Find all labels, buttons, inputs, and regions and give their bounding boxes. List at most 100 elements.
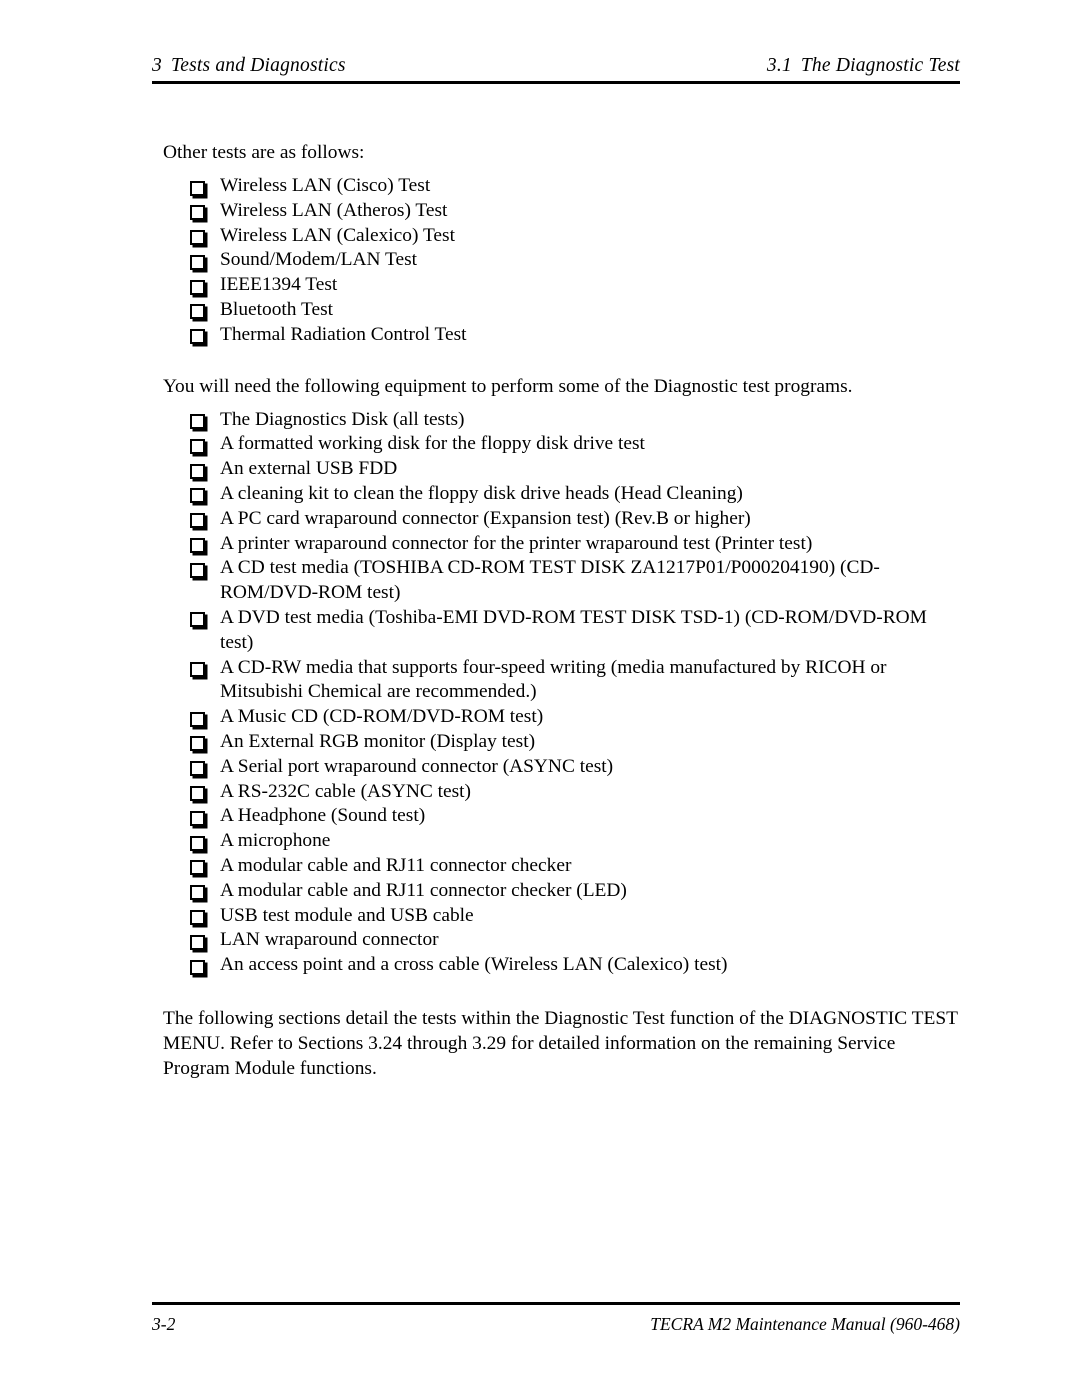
checkbox-bullet-icon [190, 612, 205, 628]
checkbox-bullet-icon [190, 562, 205, 578]
equipment-item: A PC card wraparound connector (Expansio… [163, 507, 963, 532]
closing-block: The following sections detail the tests … [163, 1006, 963, 1082]
other-test-item: Thermal Radiation Control Test [163, 323, 963, 348]
equipment-label: An access point and a cross cable (Wirel… [220, 954, 728, 976]
equipment-item: A DVD test media (Toshiba-EMI DVD-ROM TE… [163, 606, 963, 656]
footer-rule [152, 1302, 960, 1305]
other-test-label: Thermal Radiation Control Test [220, 323, 467, 345]
equipment-item: A cleaning kit to clean the floppy disk … [163, 482, 963, 507]
checkbox-bullet-icon [190, 786, 205, 802]
equipment-intro: You will need the following equipment to… [163, 375, 853, 397]
other-test-item: Wireless LAN (Cisco) Test [163, 174, 963, 199]
equipment-item: A Serial port wraparound connector (ASYN… [163, 755, 963, 780]
equipment-item: A microphone [163, 829, 963, 854]
header-section-title: The Diagnostic Test [800, 55, 960, 76]
checkbox-bullet-icon [190, 711, 205, 727]
checkbox-bullet-icon [190, 934, 205, 950]
other-test-item: IEEE1394 Test [163, 273, 963, 298]
other-test-label: Sound/Modem/LAN Test [220, 249, 418, 271]
checkbox-bullet-icon [190, 438, 205, 454]
other-tests-list: Wireless LAN (Cisco) Test Wireless LAN (A… [163, 174, 963, 348]
footer-page-number: 3-2 [152, 1314, 176, 1334]
equipment-item: A CD-RW media that supports four-speed w… [163, 656, 963, 706]
equipment-label: An external USB FDD [220, 458, 398, 480]
header-row: 3 Tests and Diagnostics 3.1 The Diagnostic… [152, 55, 960, 77]
header-chapter-number: 3 [152, 55, 162, 76]
header-chapter: 3 Tests and Diagnostics [152, 55, 346, 77]
other-test-label: Wireless LAN (Cisco) Test [220, 175, 431, 196]
other-tests-intro: Other tests are as follows: [163, 142, 365, 163]
equipment-label: A modular cable and RJ11 connector check… [220, 854, 572, 876]
checkbox-bullet-icon [190, 662, 205, 678]
other-test-label: Wireless LAN (Calexico) Test [220, 224, 455, 246]
equipment-item: The Diagnostics Disk (all tests) [163, 408, 963, 433]
page-footer: 3-2 TECRA M2 Maintenance Manual (960-468… [152, 1302, 960, 1335]
equipment-label: The Diagnostics Disk (all tests) [220, 408, 465, 430]
equipment-item: A Music CD (CD-ROM/DVD-ROM test) [163, 705, 963, 730]
equipment-label: USB test module and USB cable [220, 904, 474, 926]
equipment-item: An External RGB monitor (Display test) [163, 730, 963, 755]
checkbox-bullet-icon [190, 254, 205, 270]
other-test-label: Bluetooth Test [220, 298, 334, 320]
header-chapter-title: Tests and Diagnostics [170, 55, 346, 76]
other-test-label: IEEE1394 Test [220, 274, 338, 296]
header-section: 3.1 The Diagnostic Test [767, 55, 960, 77]
equipment-item: USB test module and USB cable [163, 904, 963, 929]
equipment-label: A Serial port wraparound connector (ASYN… [220, 755, 614, 777]
equipment-label: A CD test media (TOSHIBA CD-ROM TEST DIS… [220, 557, 880, 604]
other-test-item: Wireless LAN (Atheros) Test [163, 199, 963, 224]
checkbox-bullet-icon [190, 910, 205, 926]
equipment-item: A CD test media (TOSHIBA CD-ROM TEST DIS… [163, 556, 963, 606]
equipment-label: A modular cable and RJ11 connector check… [220, 879, 627, 901]
equipment-label: A DVD test media (Toshiba-EMI DVD-ROM TE… [220, 606, 927, 653]
other-test-item: Sound/Modem/LAN Test [163, 248, 963, 273]
checkbox-bullet-icon [190, 959, 205, 975]
equipment-item: A formatted working disk for the floppy … [163, 432, 963, 457]
equipment-label: A CD-RW media that supports four-speed w… [220, 656, 887, 703]
equipment-item: A RS-232C cable (ASYNC test) [163, 780, 963, 805]
equipment-label: A RS-232C cable (ASYNC test) [220, 780, 471, 802]
footer-manual-title: TECRA M2 Maintenance Manual (960-468) [650, 1314, 960, 1334]
equipment-item: A modular cable and RJ11 connector check… [163, 879, 963, 904]
header-rule [152, 81, 960, 84]
equipment-label: A Music CD (CD-ROM/DVD-ROM test) [220, 706, 544, 728]
equipment-item: A Headphone (Sound test) [163, 804, 963, 829]
equipment-item: An external USB FDD [163, 457, 963, 482]
checkbox-bullet-icon [190, 835, 205, 851]
equipment-label: A printer wraparound connector for the p… [220, 532, 813, 554]
equipment-label: A microphone [220, 830, 331, 852]
equipment-item: A modular cable and RJ11 connector check… [163, 854, 963, 879]
checkbox-bullet-icon [190, 513, 205, 529]
equipment-label: An External RGB monitor (Display test) [220, 730, 536, 752]
equipment-list: The Diagnostics Disk (all tests) A format… [163, 408, 963, 978]
checkbox-bullet-icon [190, 885, 205, 901]
header-section-number: 3.1 [766, 55, 792, 76]
equipment-label: A Headphone (Sound test) [220, 805, 426, 827]
equipment-item: An access point and a cross cable (Wirel… [163, 953, 963, 978]
checkbox-bullet-icon [190, 329, 205, 345]
other-test-label: Wireless LAN (Atheros) Test [220, 199, 448, 221]
checkbox-bullet-icon [190, 414, 205, 430]
checkbox-bullet-icon [190, 205, 205, 221]
checkbox-bullet-icon [190, 860, 205, 876]
checkbox-bullet-icon [190, 279, 205, 295]
checkbox-bullet-icon [190, 180, 205, 196]
checkbox-bullet-icon [190, 810, 205, 826]
document-page: 3 Tests and Diagnostics 3.1 The Diagnostic… [0, 0, 1080, 1397]
checkbox-bullet-icon [190, 488, 205, 504]
equipment-label: A formatted working disk for the floppy … [220, 433, 645, 455]
other-test-item: Bluetooth Test [163, 298, 963, 323]
checkbox-bullet-icon [190, 463, 205, 479]
checkbox-bullet-icon [190, 304, 205, 320]
equipment-item: A printer wraparound connector for the p… [163, 532, 963, 557]
equipment-label: A PC card wraparound connector (Expansio… [220, 507, 751, 529]
equipment-label: A cleaning kit to clean the floppy disk … [220, 482, 743, 504]
checkbox-bullet-icon [190, 761, 205, 777]
checkbox-bullet-icon [190, 230, 205, 246]
equipment-label: LAN wraparound connector [220, 929, 439, 951]
checkbox-bullet-icon [190, 538, 205, 554]
closing-paragraph: The following sections detail the tests … [163, 1007, 958, 1080]
page-content: Other tests are as follows: Wireless LAN… [163, 140, 963, 1082]
page-header: 3 Tests and Diagnostics 3.1 The Diagnostic… [152, 55, 960, 84]
footer-row: 3-2 TECRA M2 Maintenance Manual (960-468… [152, 1314, 960, 1335]
